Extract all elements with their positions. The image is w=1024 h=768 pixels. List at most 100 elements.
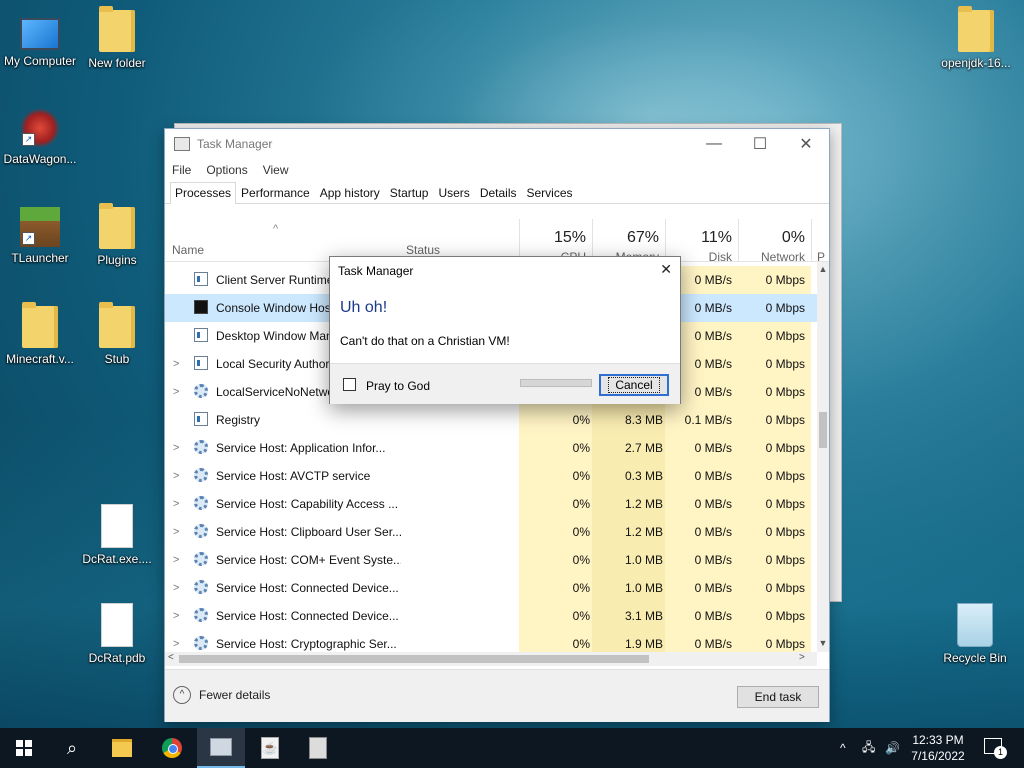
expand-chevron-icon[interactable]: > bbox=[173, 546, 179, 574]
scroll-thumb[interactable] bbox=[819, 412, 827, 448]
expand-chevron-icon[interactable]: > bbox=[173, 378, 179, 406]
volume-tray[interactable]: 🔊 bbox=[885, 728, 900, 768]
dialog-message: Can't do that on a Christian VM! bbox=[340, 334, 510, 348]
expand-chevron-icon[interactable]: > bbox=[173, 490, 179, 518]
menu-options[interactable]: Options bbox=[206, 163, 247, 177]
desktop-icon-stub[interactable]: Stub bbox=[77, 302, 157, 366]
desktop-icon-tlauncher[interactable]: ↗ TLauncher bbox=[0, 207, 80, 265]
dialog-close-icon[interactable]: ✕ bbox=[660, 261, 672, 278]
taskbar-chrome[interactable] bbox=[148, 728, 196, 768]
gear-icon bbox=[194, 636, 208, 650]
desktop-icon-minecraft[interactable]: Minecraft.v... bbox=[0, 302, 80, 366]
menu-view[interactable]: View bbox=[263, 163, 289, 177]
dialog-footer: Pray to God Cancel bbox=[330, 363, 680, 404]
tab-app-history[interactable]: App history bbox=[315, 182, 385, 203]
pray-checkbox[interactable] bbox=[343, 378, 356, 391]
column-memory[interactable]: 67% Memory bbox=[594, 219, 659, 264]
maximize-button[interactable]: ☐ bbox=[737, 129, 783, 159]
horizontal-scrollbar[interactable]: < > bbox=[165, 652, 817, 666]
column-disk[interactable]: 11% Disk bbox=[667, 219, 732, 264]
windows-logo-icon bbox=[16, 740, 32, 756]
table-row[interactable]: > Service Host: Cryptographic Ser... 0% … bbox=[165, 630, 817, 652]
task-manager-window[interactable]: Task Manager — ☐ ✕ File Options View Pro… bbox=[164, 128, 830, 722]
fewer-details-button[interactable]: ^ Fewer details bbox=[173, 686, 270, 704]
column-status[interactable]: Status bbox=[406, 243, 440, 257]
notification-count: 1 bbox=[994, 746, 1007, 759]
network-value: 0 Mbps bbox=[738, 322, 811, 350]
end-task-button[interactable]: End task bbox=[737, 686, 819, 708]
taskbar-java[interactable]: ☕ bbox=[246, 728, 294, 768]
minimize-button[interactable]: — bbox=[691, 129, 737, 159]
tab-startup[interactable]: Startup bbox=[385, 182, 434, 203]
desktop-icon-dcrat-exe[interactable]: DcRat.exe.... bbox=[77, 504, 157, 566]
desktop-icon-new-folder[interactable]: New folder bbox=[77, 6, 157, 70]
tab-services[interactable]: Services bbox=[522, 182, 578, 203]
cpu-value: 0% bbox=[519, 490, 592, 518]
taskbar-stub[interactable] bbox=[294, 728, 342, 768]
menu-file[interactable]: File bbox=[172, 163, 191, 177]
system-clock[interactable]: 12:33 PM 7/16/2022 bbox=[900, 732, 976, 764]
scroll-right-icon[interactable]: > bbox=[799, 652, 805, 663]
error-dialog[interactable]: Task Manager ✕ Uh oh! Can't do that on a… bbox=[329, 256, 681, 404]
taskbar-file-explorer[interactable] bbox=[98, 728, 146, 768]
table-row[interactable]: > Service Host: Application Infor... 0% … bbox=[165, 434, 817, 462]
expand-chevron-icon[interactable]: > bbox=[173, 434, 179, 462]
table-row[interactable]: > Service Host: Connected Device... 0% 3… bbox=[165, 602, 817, 630]
shortcut-arrow-icon: ↗ bbox=[22, 133, 35, 146]
gear-icon bbox=[194, 496, 208, 510]
shortcut-arrow-icon: ↗ bbox=[22, 232, 35, 245]
table-row[interactable]: > Service Host: AVCTP service 0% 0.3 MB … bbox=[165, 462, 817, 490]
hscroll-thumb[interactable] bbox=[179, 655, 649, 663]
table-row[interactable]: > Service Host: Clipboard User Ser... 0%… bbox=[165, 518, 817, 546]
column-name[interactable]: Name bbox=[172, 243, 204, 257]
column-network[interactable]: 0% Network bbox=[740, 219, 805, 264]
desktop-icon-my-computer[interactable]: My Computer bbox=[0, 10, 80, 68]
action-center-button[interactable]: 1 bbox=[984, 738, 1007, 759]
tab-processes[interactable]: Processes bbox=[170, 182, 237, 204]
title-bar[interactable]: Task Manager — ☐ ✕ bbox=[165, 129, 829, 159]
expand-chevron-icon[interactable]: > bbox=[173, 518, 179, 546]
desktop-icon-openjdk[interactable]: openjdk-16... bbox=[936, 6, 1016, 70]
desktop-icon-datawagon[interactable]: ↗ DataWagon... bbox=[0, 108, 80, 166]
show-hidden-icons[interactable]: ^ bbox=[840, 728, 846, 768]
expand-chevron-icon[interactable]: > bbox=[173, 462, 179, 490]
network-value: 0 Mbps bbox=[738, 462, 811, 490]
desktop-icon-dcrat-pdb[interactable]: DcRat.pdb bbox=[77, 603, 157, 665]
close-button[interactable]: ✕ bbox=[783, 129, 829, 159]
desktop-icon-recycle-bin[interactable]: Recycle Bin bbox=[935, 603, 1015, 665]
tab-details[interactable]: Details bbox=[475, 182, 522, 203]
column-divider bbox=[811, 219, 812, 261]
table-row[interactable]: > Service Host: Capability Access ... 0%… bbox=[165, 490, 817, 518]
memory-value: 2.7 MB bbox=[592, 434, 665, 462]
application-icon bbox=[309, 737, 327, 759]
network-value: 0 Mbps bbox=[738, 434, 811, 462]
tab-users[interactable]: Users bbox=[433, 182, 474, 203]
taskbar-task-manager[interactable] bbox=[197, 728, 245, 768]
table-row[interactable]: Registry 0% 8.3 MB 0.1 MB/s 0 Mbps bbox=[165, 406, 817, 434]
close-icon: ✕ bbox=[799, 136, 813, 153]
scroll-up-icon[interactable]: ▲ bbox=[817, 264, 829, 274]
pray-checkbox-label[interactable]: Pray to God bbox=[366, 379, 430, 393]
search-button[interactable]: ⌕ bbox=[48, 728, 96, 768]
network-icon: 🖧 bbox=[862, 739, 876, 754]
table-row[interactable]: > Service Host: COM+ Event Syste... 0% 1… bbox=[165, 546, 817, 574]
process-name: Service Host: COM+ Event Syste... bbox=[216, 553, 401, 567]
start-button[interactable] bbox=[0, 728, 48, 768]
column-cpu[interactable]: 15% CPU bbox=[521, 219, 586, 264]
expand-chevron-icon[interactable]: > bbox=[173, 574, 179, 602]
scroll-left-icon[interactable]: < bbox=[168, 652, 174, 663]
tab-performance[interactable]: Performance bbox=[236, 182, 315, 203]
expand-chevron-icon[interactable]: > bbox=[173, 602, 179, 630]
disk-value: 0 MB/s bbox=[665, 434, 738, 462]
column-power[interactable]: P bbox=[817, 219, 829, 264]
table-row[interactable]: > Service Host: Connected Device... 0% 1… bbox=[165, 574, 817, 602]
network-tray[interactable]: 🖧 bbox=[862, 728, 875, 768]
vertical-scrollbar[interactable]: ▲ ▼ bbox=[817, 262, 829, 652]
cancel-button[interactable]: Cancel bbox=[599, 374, 669, 396]
dialog-heading: Uh oh! bbox=[340, 299, 388, 316]
scroll-down-icon[interactable]: ▼ bbox=[817, 638, 829, 648]
expand-chevron-icon[interactable]: > bbox=[173, 350, 179, 378]
desktop-icon-plugins[interactable]: Plugins bbox=[77, 203, 157, 267]
expand-chevron-icon[interactable]: > bbox=[173, 630, 179, 652]
task-manager-icon bbox=[174, 137, 190, 151]
